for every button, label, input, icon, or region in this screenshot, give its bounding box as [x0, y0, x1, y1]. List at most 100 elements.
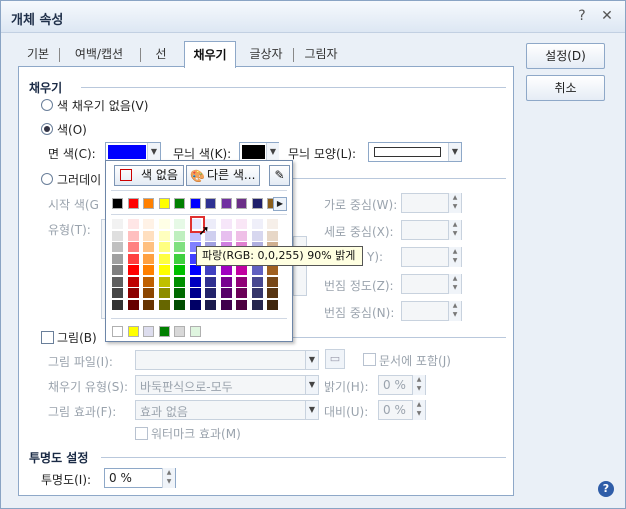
- shade-color-swatch[interactable]: [236, 288, 247, 298]
- shade-color-swatch[interactable]: [174, 265, 185, 275]
- other-color-button[interactable]: 🎨 다른 색...: [186, 165, 260, 186]
- recent-color-swatch[interactable]: [143, 326, 154, 337]
- color-radio[interactable]: [41, 123, 53, 135]
- theme-color-swatch[interactable]: [127, 198, 139, 209]
- shade-color-swatch[interactable]: [174, 219, 185, 229]
- help-button[interactable]: ?: [573, 7, 591, 25]
- tab-textbox[interactable]: 글상자: [242, 45, 290, 65]
- recent-color-swatch[interactable]: [174, 326, 185, 337]
- shade-color-swatch[interactable]: [127, 230, 139, 241]
- shade-color-swatch[interactable]: [127, 276, 139, 287]
- shade-color-swatch[interactable]: [158, 219, 170, 229]
- transparency-spinner[interactable]: 0 % ▲ ▼: [104, 468, 176, 488]
- angle-spinner[interactable]: ▲ ▼: [401, 247, 462, 267]
- shade-color-swatch[interactable]: [158, 299, 170, 310]
- shade-color-swatch[interactable]: [267, 288, 278, 298]
- shade-color-swatch[interactable]: [112, 265, 123, 275]
- pattern-color-picker[interactable]: ▼: [239, 142, 279, 162]
- shade-color-swatch[interactable]: [205, 288, 216, 298]
- tab-fill[interactable]: 채우기: [184, 41, 236, 68]
- cancel-button[interactable]: 취소: [526, 75, 605, 101]
- recent-color-swatch[interactable]: [112, 326, 123, 337]
- shade-color-swatch[interactable]: [174, 288, 185, 298]
- shade-color-swatch[interactable]: [267, 276, 278, 287]
- shade-color-swatch[interactable]: [236, 219, 247, 229]
- blur-spinner[interactable]: ▲ ▼: [401, 274, 462, 294]
- shade-color-swatch[interactable]: [143, 242, 154, 252]
- shade-color-swatch[interactable]: [127, 242, 139, 252]
- shade-color-swatch[interactable]: [251, 288, 263, 298]
- shade-color-swatch[interactable]: [251, 265, 263, 275]
- theme-color-swatch[interactable]: [174, 198, 185, 209]
- face-color-picker[interactable]: ▼: [105, 142, 161, 162]
- shade-color-swatch[interactable]: [236, 230, 247, 241]
- shade-color-swatch[interactable]: [112, 299, 123, 310]
- shade-color-swatch[interactable]: [267, 299, 278, 310]
- shade-color-swatch[interactable]: [174, 230, 185, 241]
- shade-color-swatch[interactable]: [158, 276, 170, 287]
- close-button[interactable]: ✕: [598, 7, 616, 25]
- shade-color-swatch[interactable]: [220, 219, 232, 229]
- shade-color-swatch[interactable]: [220, 230, 232, 241]
- shade-color-swatch[interactable]: [112, 230, 123, 241]
- theme-color-swatch[interactable]: [205, 198, 216, 209]
- shade-color-swatch[interactable]: [174, 242, 185, 252]
- theme-color-swatch[interactable]: [236, 198, 247, 209]
- shade-color-swatch[interactable]: [143, 253, 154, 264]
- shade-color-swatch[interactable]: [251, 276, 263, 287]
- shade-color-swatch[interactable]: [127, 219, 139, 229]
- tab-line[interactable]: 선: [146, 45, 176, 65]
- recent-color-swatch[interactable]: [158, 326, 170, 337]
- shade-color-swatch[interactable]: [220, 288, 232, 298]
- no-fill-radio[interactable]: [41, 99, 53, 111]
- shade-color-swatch[interactable]: [127, 253, 139, 264]
- effect-select[interactable]: 효과 없음 ▼: [135, 400, 319, 420]
- shade-color-swatch[interactable]: [127, 299, 139, 310]
- shade-color-swatch[interactable]: [158, 265, 170, 275]
- shade-color-swatch[interactable]: [112, 242, 123, 252]
- shade-color-swatch[interactable]: [251, 299, 263, 310]
- blur-center-spinner[interactable]: ▲ ▼: [401, 301, 462, 321]
- shade-color-swatch[interactable]: [236, 276, 247, 287]
- shade-color-swatch[interactable]: [189, 276, 201, 287]
- shade-color-swatch[interactable]: [205, 265, 216, 275]
- shade-color-swatch[interactable]: [174, 253, 185, 264]
- gradient-radio[interactable]: [41, 173, 53, 185]
- shade-color-swatch[interactable]: [143, 219, 154, 229]
- theme-color-swatch[interactable]: [143, 198, 154, 209]
- shade-color-swatch[interactable]: [127, 265, 139, 275]
- shade-color-swatch[interactable]: [236, 299, 247, 310]
- recent-color-swatch[interactable]: [127, 326, 139, 337]
- contrast-spinner[interactable]: 0 % ▲ ▼: [378, 400, 426, 420]
- theme-color-swatch[interactable]: [158, 198, 170, 209]
- watermark-checkbox[interactable]: [135, 427, 148, 440]
- shade-color-swatch[interactable]: [220, 299, 232, 310]
- shade-color-swatch[interactable]: [251, 230, 263, 241]
- chevron-right-icon[interactable]: ▶: [273, 197, 287, 211]
- theme-color-swatch[interactable]: [189, 198, 201, 209]
- shade-color-swatch[interactable]: [158, 253, 170, 264]
- theme-color-swatch[interactable]: [251, 198, 263, 209]
- shade-color-swatch[interactable]: [220, 265, 232, 275]
- shade-color-swatch[interactable]: [267, 230, 278, 241]
- tab-shadow[interactable]: 그림자: [298, 45, 344, 65]
- shade-color-swatch[interactable]: [143, 265, 154, 275]
- shade-color-swatch[interactable]: [143, 288, 154, 298]
- picture-file-input[interactable]: ▼: [135, 350, 319, 370]
- shade-color-swatch[interactable]: [174, 276, 185, 287]
- shade-color-swatch[interactable]: [220, 276, 232, 287]
- shade-color-swatch[interactable]: [267, 219, 278, 229]
- embed-checkbox[interactable]: [363, 353, 376, 366]
- shade-color-swatch[interactable]: [112, 288, 123, 298]
- picture-checkbox[interactable]: [41, 331, 54, 344]
- pattern-shape-select[interactable]: ▼: [368, 142, 462, 162]
- shade-color-swatch[interactable]: [158, 230, 170, 241]
- shade-color-swatch[interactable]: [251, 219, 263, 229]
- theme-color-swatch[interactable]: [112, 198, 123, 209]
- tab-basic[interactable]: 기본: [22, 45, 54, 65]
- no-color-button[interactable]: 색 없음: [114, 165, 184, 186]
- eyedropper-icon[interactable]: ✎: [269, 165, 290, 186]
- tab-margin-caption[interactable]: 여백/캡션: [64, 45, 134, 65]
- recent-color-swatch[interactable]: [189, 326, 201, 337]
- theme-color-swatch[interactable]: [220, 198, 232, 209]
